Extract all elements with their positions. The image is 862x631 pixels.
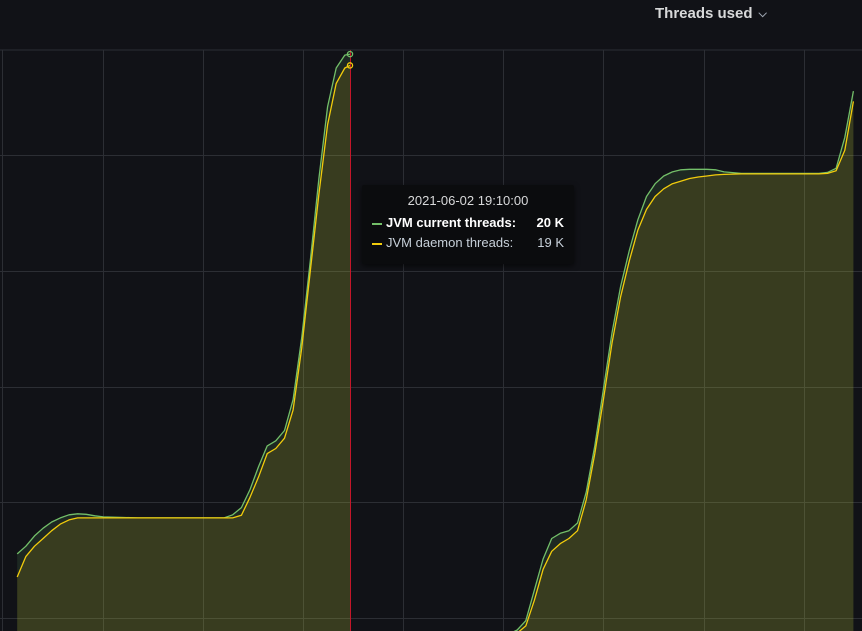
- series-area-fill: [519, 101, 854, 631]
- panel-header: Threads used ⌵: [0, 0, 862, 32]
- tooltip-row-current-threads: JVM current threads: 20 K: [372, 215, 564, 233]
- series-color-swatch: [372, 223, 382, 225]
- graph-panel: Threads used ⌵ 2021-06-02 19:10:00 JVM c…: [0, 0, 862, 631]
- tooltip-series-value: 19 K: [537, 235, 564, 250]
- tooltip-time: 2021-06-02 19:10:00: [407, 193, 529, 208]
- tooltip-series-name: JVM daemon threads:: [386, 235, 514, 250]
- tooltip-series-value: 20 K: [536, 215, 564, 230]
- tooltip-row-daemon-threads: JVM daemon threads: 19 K: [372, 235, 564, 253]
- tooltip-series-name: JVM current threads:: [386, 215, 517, 230]
- panel-title-menu[interactable]: Threads used ⌵: [655, 5, 767, 22]
- chevron-down-icon: ⌵: [758, 8, 767, 20]
- series-color-swatch: [372, 243, 382, 245]
- panel-title: Threads used: [655, 5, 753, 22]
- graph-tooltip: 2021-06-02 19:10:00 JVM current threads:…: [362, 185, 574, 264]
- chart-plot-area[interactable]: [0, 0, 862, 631]
